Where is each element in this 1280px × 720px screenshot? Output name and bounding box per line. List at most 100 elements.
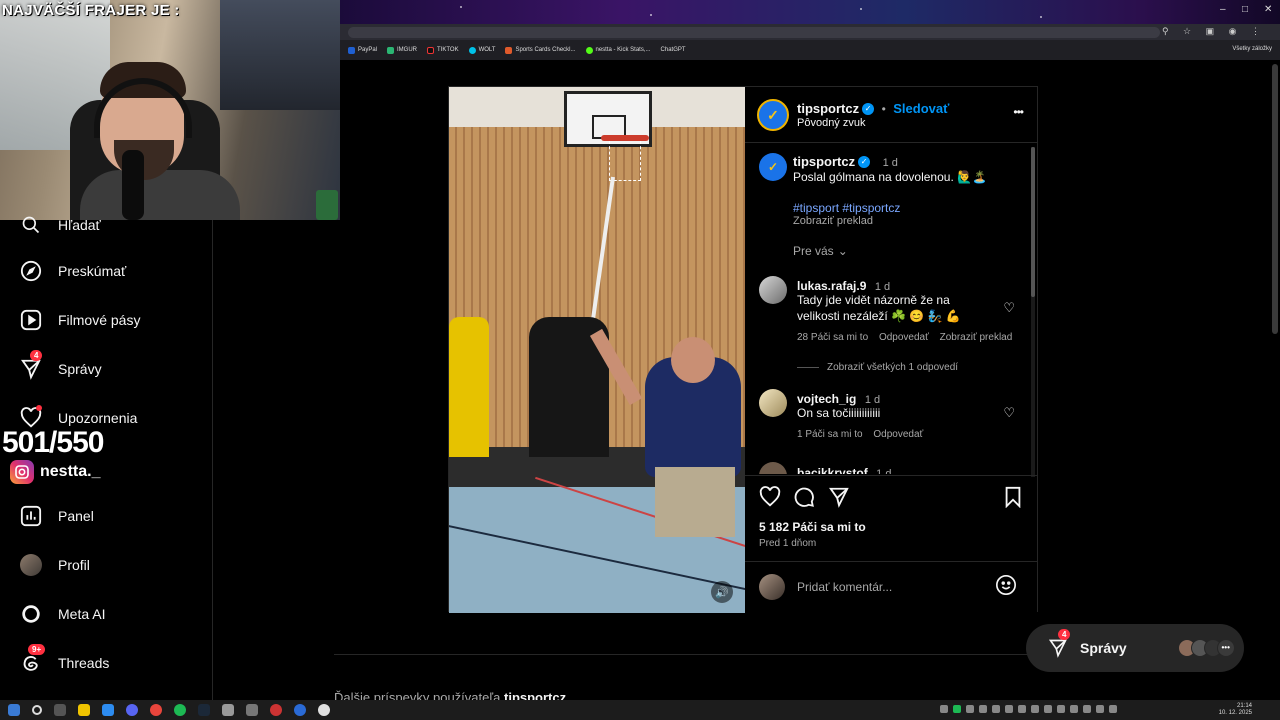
tray-icon[interactable] — [1070, 705, 1078, 713]
spotify-icon[interactable] — [174, 704, 186, 716]
bookmark-kick-stats[interactable]: nestta - Kick Stats,... — [585, 46, 651, 54]
author-avatar[interactable]: ✓ — [757, 99, 789, 131]
tray-icon[interactable] — [1018, 705, 1026, 713]
tray-icon[interactable] — [1031, 705, 1039, 713]
verified-icon: ✓ — [858, 155, 871, 168]
translate-button[interactable]: Zobraziť preklad — [940, 332, 1013, 343]
bookmark-sports-cards[interactable]: Sports Cards Checkl... — [505, 46, 576, 54]
post-video[interactable]: 🔊 — [449, 87, 745, 613]
sidebar-item-meta-ai[interactable]: Meta AI — [20, 603, 105, 625]
url-field[interactable] — [348, 27, 1160, 38]
sidebar-item-reels[interactable]: Filmové pásy — [20, 309, 140, 331]
windows-taskbar: 21:14 10. 12. 2025 — [0, 700, 1280, 720]
start-icon[interactable] — [8, 704, 20, 716]
comment-likes[interactable]: 28 Páči sa mi to — [797, 332, 868, 343]
page-scrollbar[interactable] — [1272, 64, 1278, 334]
comment-username[interactable]: lukas.rafaj.9 — [797, 279, 866, 293]
close-window-button[interactable]: ✕ — [1264, 4, 1272, 15]
sidebar-item-messages[interactable]: 4 Správy — [20, 350, 102, 380]
task-view-icon[interactable] — [54, 704, 66, 716]
author-username[interactable]: tipsportcz — [797, 101, 859, 116]
bookmark-chatgpt[interactable]: ChatGPT — [661, 47, 686, 53]
tray-icon[interactable] — [1005, 705, 1013, 713]
steam-icon[interactable] — [198, 704, 210, 716]
tray-icon[interactable] — [953, 705, 961, 713]
tray-icon[interactable] — [1096, 705, 1104, 713]
audio-link[interactable]: Pôvodný zvuk — [797, 117, 865, 129]
comments-scrollbar[interactable] — [1031, 147, 1035, 477]
app-icon[interactable] — [294, 704, 306, 716]
bookmark-icon[interactable] — [1003, 486, 1023, 514]
comment-icon[interactable] — [793, 486, 815, 514]
sidebar-item-explore[interactable]: Preskúmať — [20, 260, 126, 282]
clock[interactable]: 21:14 10. 12. 2025 — [1219, 703, 1252, 717]
tray-icon[interactable] — [966, 705, 974, 713]
like-icon[interactable] — [759, 486, 781, 514]
all-bookmarks-button[interactable]: Všetky záložky — [1232, 46, 1272, 52]
comment-input[interactable]: Pridať komentár... — [797, 580, 892, 594]
maximize-button[interactable]: □ — [1242, 4, 1248, 15]
caption-avatar[interactable]: ✓ — [759, 153, 787, 181]
bookmark-tiktok[interactable]: TIKTOK — [427, 46, 459, 54]
bookmark-imgur[interactable]: IMGUR — [387, 46, 417, 54]
like-count[interactable]: 5 182 Páči sa mi to — [759, 520, 866, 534]
separator-dot: • — [881, 102, 886, 116]
tray-icon[interactable] — [940, 705, 948, 713]
search-icon[interactable] — [32, 705, 42, 715]
comment-likes[interactable]: 1 Páči sa mi to — [797, 429, 863, 440]
chrome-icon[interactable] — [150, 704, 162, 716]
comment-like-icon[interactable]: ♡ — [1003, 300, 1015, 316]
scrollbar-thumb[interactable] — [1031, 147, 1035, 297]
caption-hashtags[interactable]: #tipsport #tipsportcz — [793, 200, 900, 216]
view-replies[interactable]: Zobraziť všetkých 1 odpovedí — [797, 362, 958, 373]
store-icon[interactable] — [102, 704, 114, 716]
sidebar-item-search[interactable]: Hľadať — [20, 214, 101, 236]
share-icon[interactable] — [828, 486, 850, 514]
bookmark-wolt[interactable]: WOLT — [468, 46, 495, 54]
player-yellow — [449, 317, 489, 457]
caption-username[interactable]: tipsportcz — [793, 154, 855, 169]
settings-icon[interactable] — [222, 704, 234, 716]
comment-avatar[interactable] — [759, 276, 787, 304]
tray-icon[interactable] — [1109, 705, 1117, 713]
sidebar-item-threads[interactable]: 9+ Threads — [20, 644, 109, 674]
app-icon[interactable] — [270, 704, 282, 716]
bookmarks-bar: PayPal IMGUR TIKTOK WOLT Sports Cards Ch… — [340, 40, 1280, 60]
system-tray[interactable] — [940, 705, 1117, 713]
bookmark-paypal[interactable]: PayPal — [348, 46, 377, 54]
comment-avatar[interactable] — [759, 462, 787, 474]
comment-sort-dropdown[interactable]: Pre vás ⌄ — [793, 244, 848, 258]
reply-button[interactable]: Odpovedať — [873, 429, 923, 440]
sidebar-item-label: Preskúmať — [58, 263, 127, 279]
comment-like-icon[interactable]: ♡ — [1003, 405, 1015, 421]
imgur-icon — [387, 46, 395, 54]
discord-icon[interactable] — [126, 704, 138, 716]
post-header: ✓ tipsportcz ✓ • Sledovať Pôvodný zvuk ••… — [745, 87, 1037, 143]
extension-icons[interactable]: ⚲ ☆ ▣ ◉ ⋮ — [1162, 26, 1266, 37]
tray-icon[interactable] — [992, 705, 1000, 713]
tray-icon[interactable] — [1057, 705, 1065, 713]
minimize-button[interactable]: – — [1220, 4, 1226, 15]
caption-translate[interactable]: Zobraziť preklad — [793, 215, 873, 227]
app-icon[interactable] — [318, 704, 330, 716]
sidebar-item-dashboard[interactable]: Panel — [20, 505, 94, 527]
tray-icon[interactable] — [979, 705, 987, 713]
sound-icon[interactable]: 🔊 — [711, 581, 733, 603]
file-explorer-icon[interactable] — [78, 704, 90, 716]
sidebar-item-label: Filmové pásy — [58, 312, 141, 328]
comment-username[interactable]: bacikkrystof — [797, 466, 868, 474]
emoji-icon[interactable] — [995, 574, 1017, 601]
reply-button[interactable]: Odpovedať — [879, 332, 929, 343]
tray-icon[interactable] — [1083, 705, 1091, 713]
follow-button[interactable]: Sledovať — [893, 101, 949, 116]
messages-floating-button[interactable]: 4 Správy ••• — [1026, 624, 1244, 672]
more-options-icon[interactable]: ••• — [1013, 105, 1024, 119]
sidebar-item-label: Upozornenia — [58, 410, 138, 426]
app-icon[interactable] — [246, 704, 258, 716]
comment-username[interactable]: vojtech_ig — [797, 392, 856, 406]
comment-avatar[interactable] — [759, 389, 787, 417]
send-icon: 4 — [20, 350, 43, 380]
sidebar-item-profile[interactable]: Profil — [20, 554, 90, 576]
instagram-logo-icon — [10, 460, 34, 484]
tray-icon[interactable] — [1044, 705, 1052, 713]
